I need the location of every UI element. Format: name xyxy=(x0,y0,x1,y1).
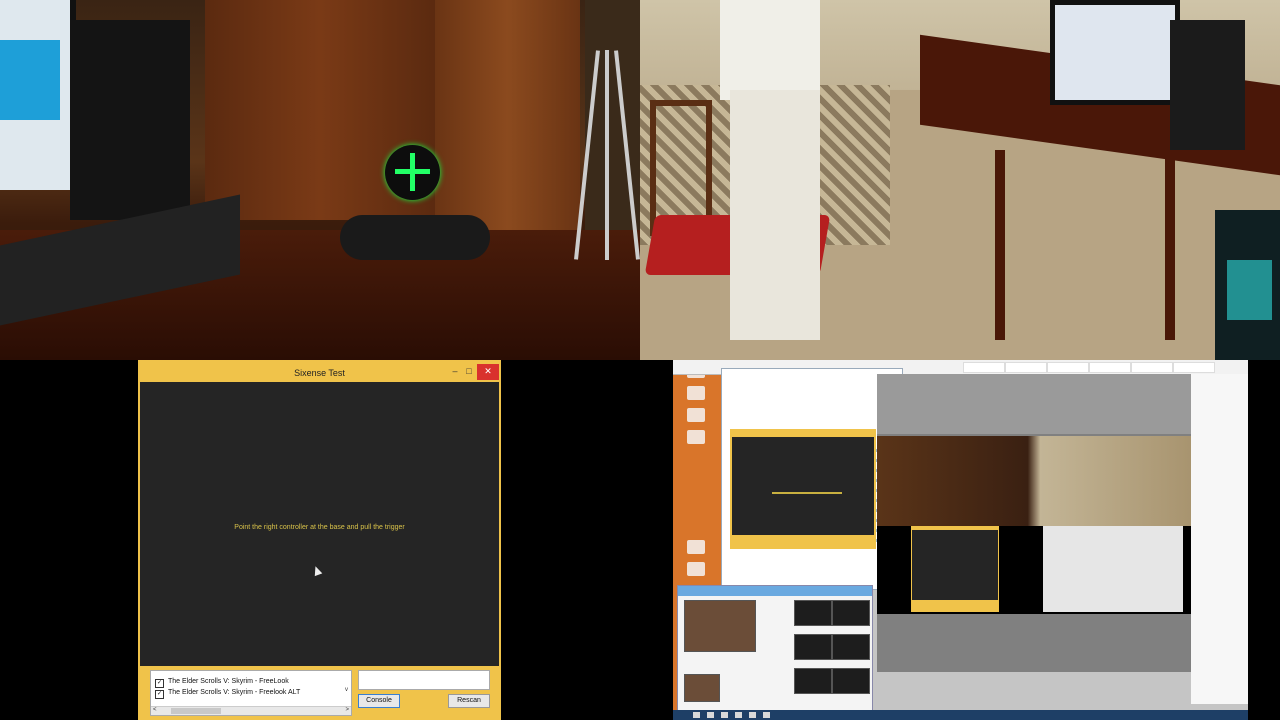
pc-case xyxy=(1215,210,1280,360)
console-button[interactable]: Console xyxy=(358,694,400,708)
scene-thumbnail[interactable] xyxy=(832,668,870,694)
browser-tab[interactable] xyxy=(1089,362,1131,373)
scene-thumbnail[interactable] xyxy=(794,634,832,660)
monitor xyxy=(0,0,76,190)
preview-webcams xyxy=(877,436,1191,526)
speaker xyxy=(1170,20,1245,150)
browser-tab[interactable] xyxy=(1005,362,1047,373)
list-item[interactable]: ✓ The Elder Scrolls V: Skyrim - Freelook … xyxy=(155,688,301,699)
desktop-icon[interactable] xyxy=(687,430,705,444)
window-footer: ✓ The Elder Scrolls V: Skyrim - FreeLook … xyxy=(140,666,499,718)
minimize-button[interactable]: – xyxy=(449,364,461,380)
file-explorer-window xyxy=(721,368,903,590)
calibration-view[interactable]: Point the right controller at the base a… xyxy=(140,382,499,666)
razer-hydra-base xyxy=(340,215,490,260)
browser-tab[interactable] xyxy=(1047,362,1089,373)
taskbar-icon[interactable] xyxy=(749,712,756,718)
taskbar xyxy=(673,710,1248,720)
tripod xyxy=(574,10,640,260)
desktop-capture xyxy=(673,360,1248,720)
scrollbar-thumb[interactable] xyxy=(171,708,221,714)
scene-thumbnail[interactable] xyxy=(832,634,870,660)
profile-list[interactable]: ✓ The Elder Scrolls V: Skyrim - FreeLook … xyxy=(150,670,352,716)
browser-tab[interactable] xyxy=(1173,362,1215,373)
profile-label: The Elder Scrolls V: Skyrim - Freelook A… xyxy=(168,689,301,696)
webcam-feed-room xyxy=(640,0,1280,360)
preview-bottom-row xyxy=(877,526,1191,614)
scroll-left-icon[interactable]: < xyxy=(153,707,157,713)
taskbar-icon[interactable] xyxy=(721,712,728,718)
webcam-feed-base-station xyxy=(0,0,640,360)
person-pants xyxy=(730,90,820,340)
taskbar-icon[interactable] xyxy=(735,712,742,718)
arrow-cursor-icon xyxy=(311,564,323,577)
close-button[interactable]: ✕ xyxy=(477,364,499,380)
desktop-icon[interactable] xyxy=(687,562,705,576)
sixense-test-window: Sixense Test – □ ✕ Point the right contr… xyxy=(138,360,501,720)
taskbar-icon[interactable] xyxy=(763,712,770,718)
list-item[interactable]: ✓ The Elder Scrolls V: Skyrim - FreeLook xyxy=(155,677,289,688)
scroll-down-icon[interactable]: v xyxy=(345,687,348,693)
desktop-icon[interactable] xyxy=(687,540,705,554)
scene-preview[interactable] xyxy=(684,600,756,652)
taskbar-icon[interactable] xyxy=(707,712,714,718)
computer-tower xyxy=(70,20,190,220)
desktop-icon[interactable] xyxy=(687,408,705,422)
person-shirt xyxy=(720,0,820,100)
maximize-button[interactable]: □ xyxy=(463,364,475,380)
obs-window xyxy=(677,585,873,712)
monitor xyxy=(1050,0,1180,105)
horizontal-scrollbar[interactable]: < > xyxy=(151,706,351,715)
profile-label: The Elder Scrolls V: Skyrim - FreeLook xyxy=(168,678,289,685)
checkbox-checked[interactable]: ✓ xyxy=(155,679,164,688)
mini-sixense-window xyxy=(730,429,876,549)
browser-tab[interactable] xyxy=(1131,362,1173,373)
calibration-message: Point the right controller at the base a… xyxy=(234,524,405,531)
checkbox-checked[interactable]: ✓ xyxy=(155,690,164,699)
browser-tab[interactable] xyxy=(963,362,1005,373)
rescan-button[interactable]: Rescan xyxy=(448,694,490,708)
scroll-right-icon[interactable]: > xyxy=(345,707,349,713)
wooden-cabinet xyxy=(435,0,580,240)
scene-thumbnail[interactable] xyxy=(832,600,870,626)
desktop-icon[interactable] xyxy=(687,386,705,400)
scene-thumbnail[interactable] xyxy=(794,668,832,694)
scene-thumbnail[interactable] xyxy=(684,674,720,702)
scene-thumbnail[interactable] xyxy=(794,600,832,626)
side-panel xyxy=(1191,374,1248,704)
obs-toolbar xyxy=(678,586,872,596)
desk-leg xyxy=(1165,150,1175,340)
console-output[interactable] xyxy=(358,670,490,690)
window-title: Sixense Test xyxy=(138,360,501,382)
taskbar-icon[interactable] xyxy=(693,712,700,718)
stream-preview xyxy=(877,374,1191,672)
base-orb-icon xyxy=(385,145,440,200)
desk-leg xyxy=(995,150,1005,340)
